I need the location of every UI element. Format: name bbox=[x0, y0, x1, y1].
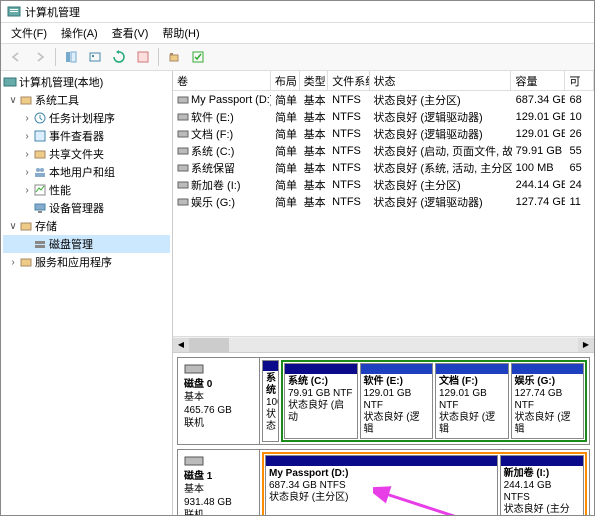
tb-btn-6[interactable] bbox=[187, 46, 209, 68]
tree-localusers[interactable]: › 本地用户和组 bbox=[3, 163, 170, 181]
menu-action[interactable]: 操作(A) bbox=[55, 23, 104, 43]
tree-perf[interactable]: › 性能 bbox=[3, 181, 170, 199]
tree-shared[interactable]: › 共享文件夹 bbox=[3, 145, 170, 163]
app-icon bbox=[7, 5, 21, 19]
forward-button[interactable] bbox=[29, 46, 51, 68]
expand-icon[interactable]: › bbox=[21, 149, 33, 160]
disk-1-row[interactable]: 磁盘 1 基本 931.48 GB 联机 My Passport (D:)687… bbox=[177, 449, 590, 515]
tree-storage[interactable]: ∨ 存储 bbox=[3, 217, 170, 235]
partition[interactable]: 娱乐 (G:)127.74 GB NTF状态良好 (逻辑 bbox=[511, 363, 585, 439]
list-item[interactable]: 系统 (C:)简单基本NTFS状态良好 (启动, 页面文件, 故障转储, 主分区… bbox=[173, 142, 594, 159]
refresh-button[interactable] bbox=[108, 46, 130, 68]
scroll-left-icon[interactable]: ◀ bbox=[173, 338, 189, 352]
partition[interactable]: 新加卷 (I:)244.14 GB NTFS状态良好 (主分区) bbox=[500, 455, 584, 515]
list-item[interactable]: 娱乐 (G:)简单基本NTFS状态良好 (逻辑驱动器)127.74 GB11 bbox=[173, 193, 594, 210]
titlebar: 计算机管理 bbox=[1, 1, 594, 23]
menu-file[interactable]: 文件(F) bbox=[5, 23, 53, 43]
tb-btn-4[interactable] bbox=[132, 46, 154, 68]
expand-icon[interactable]: › bbox=[21, 113, 33, 124]
disk-0-row[interactable]: 磁盘 0 基本 465.76 GB 联机 系统100状态 系统 (C:)79.9… bbox=[177, 357, 590, 445]
tree-eventviewer[interactable]: › 事件查看器 bbox=[3, 127, 170, 145]
partition[interactable]: 软件 (E:)129.01 GB NTF状态良好 (逻辑 bbox=[360, 363, 434, 439]
expand-icon[interactable]: › bbox=[21, 185, 33, 196]
partition[interactable]: 文档 (F:)129.01 GB NTF状态良好 (逻辑 bbox=[435, 363, 509, 439]
col-layout[interactable]: 布局 bbox=[271, 71, 300, 90]
col-status[interactable]: 状态 bbox=[370, 71, 512, 90]
tree-diskmgmt[interactable]: 磁盘管理 bbox=[3, 235, 170, 253]
tree-devmgr[interactable]: 设备管理器 bbox=[3, 199, 170, 217]
nav-tree[interactable]: 计算机管理(本地) ∨ 系统工具 › 任务计划程序 › 事件查看器 › 共享文件… bbox=[1, 71, 173, 515]
col-capacity[interactable]: 容量 bbox=[511, 71, 565, 90]
col-type[interactable]: 类型 bbox=[300, 71, 329, 90]
col-free[interactable]: 可 bbox=[565, 71, 594, 90]
tree-root[interactable]: 计算机管理(本地) bbox=[3, 73, 170, 91]
expand-icon[interactable]: › bbox=[7, 257, 19, 268]
list-item[interactable]: 新加卷 (I:)简单基本NTFS状态良好 (主分区)244.14 GB24 bbox=[173, 176, 594, 193]
partition[interactable]: 系统100状态 bbox=[262, 360, 279, 442]
tb-btn-1[interactable] bbox=[60, 46, 82, 68]
expand-icon[interactable]: ∨ bbox=[7, 95, 19, 106]
window-title: 计算机管理 bbox=[25, 4, 80, 20]
tree-systools[interactable]: ∨ 系统工具 bbox=[3, 91, 170, 109]
partition[interactable]: 系统 (C:)79.91 GB NTF状态良好 (启动 bbox=[284, 363, 358, 439]
disk-icon bbox=[184, 362, 204, 376]
menu-view[interactable]: 查看(V) bbox=[106, 23, 155, 43]
list-header: 卷 布局 类型 文件系统 状态 容量 可 bbox=[173, 71, 594, 91]
col-fs[interactable]: 文件系统 bbox=[328, 71, 369, 90]
volume-list[interactable]: 卷 布局 类型 文件系统 状态 容量 可 My Passport (D:)简单基… bbox=[173, 71, 594, 353]
list-item[interactable]: My Passport (D:)简单基本NTFS状态良好 (主分区)687.34… bbox=[173, 91, 594, 108]
disk-map: 磁盘 0 基本 465.76 GB 联机 系统100状态 系统 (C:)79.9… bbox=[173, 353, 594, 515]
list-item[interactable]: 文档 (F:)简单基本NTFS状态良好 (逻辑驱动器)129.01 GB26 bbox=[173, 125, 594, 142]
disk-1-label: 磁盘 1 基本 931.48 GB 联机 bbox=[178, 450, 260, 515]
scroll-right-icon[interactable]: ▶ bbox=[578, 338, 594, 352]
tb-btn-2[interactable] bbox=[84, 46, 106, 68]
tree-tasksched[interactable]: › 任务计划程序 bbox=[3, 109, 170, 127]
col-volume[interactable]: 卷 bbox=[173, 71, 271, 90]
expand-icon[interactable]: › bbox=[21, 131, 33, 142]
back-button[interactable] bbox=[5, 46, 27, 68]
tree-services[interactable]: › 服务和应用程序 bbox=[3, 253, 170, 271]
list-item[interactable]: 软件 (E:)简单基本NTFS状态良好 (逻辑驱动器)129.01 GB10 bbox=[173, 108, 594, 125]
h-scrollbar[interactable]: ◀ ▶ bbox=[173, 336, 594, 352]
menubar: 文件(F) 操作(A) 查看(V) 帮助(H) bbox=[1, 23, 594, 43]
disk-0-label: 磁盘 0 基本 465.76 GB 联机 bbox=[178, 358, 260, 444]
list-item[interactable]: 系统保留简单基本NTFS状态良好 (系统, 活动, 主分区)100 MB65 bbox=[173, 159, 594, 176]
expand-icon[interactable]: ∨ bbox=[7, 221, 19, 232]
toolbar bbox=[1, 43, 594, 71]
expand-icon[interactable]: › bbox=[21, 167, 33, 178]
partition[interactable]: My Passport (D:)687.34 GB NTFS状态良好 (主分区) bbox=[265, 455, 498, 515]
menu-help[interactable]: 帮助(H) bbox=[156, 23, 205, 43]
disk-icon bbox=[184, 454, 204, 468]
tb-btn-5[interactable] bbox=[163, 46, 185, 68]
